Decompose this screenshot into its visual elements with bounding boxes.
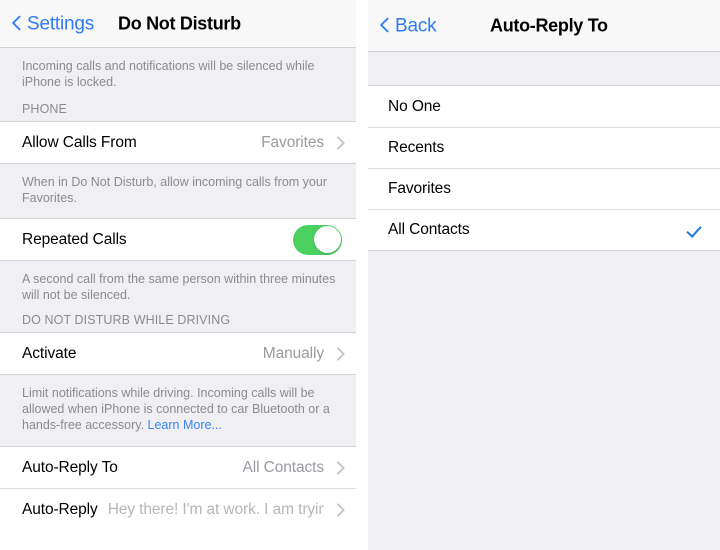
auto-reply-to-value: All Contacts [242,458,325,476]
option-row-favorites[interactable]: Favorites [368,168,720,209]
right-panel-content: No One Recents Favorites All Contacts [368,52,720,549]
chevron-right-icon [333,460,342,475]
list-top-spacer [368,52,720,85]
learn-more-link[interactable]: Learn More... [148,418,222,432]
back-button-label: Settings [27,13,95,34]
toggle-knob [313,226,341,253]
auto-reply-row[interactable]: Auto-Reply Hey there! I'm at work. I am … [0,488,356,530]
intro-footnote: Incoming calls and notifications will be… [0,48,356,94]
back-to-settings-button[interactable]: Settings [12,14,94,33]
driving-footnote: Limit notifications while driving. Incom… [0,374,356,446]
right-navigation-bar: Back Auto-Reply To [368,0,720,52]
option-label: Favorites [388,180,451,197]
option-label: All Contacts [388,221,470,238]
left-panel-bottom-fill [0,530,356,550]
chevron-right-icon [333,135,342,150]
option-row-recents[interactable]: Recents [368,127,720,168]
allow-calls-from-value: Favorites [261,133,324,151]
repeated-calls-footnote: A second call from the same person withi… [0,260,356,305]
auto-reply-label: Auto-Reply [22,500,98,518]
chevron-left-icon [380,16,391,35]
allow-calls-footnote: When in Do Not Disturb, allow incoming c… [0,163,356,218]
option-label: No One [388,97,441,115]
repeated-calls-toggle[interactable] [293,224,342,255]
activate-value: Manually [262,344,324,362]
left-panel-content: Incoming calls and notifications will be… [0,48,356,550]
panel-divider-gap [356,0,368,550]
option-row-all-contacts[interactable]: All Contacts [368,209,720,250]
chevron-right-icon [333,346,342,361]
activate-row[interactable]: Activate Manually [0,332,356,374]
page-title: Auto-Reply To [490,15,608,35]
auto-reply-to-panel: Back Auto-Reply To No One Recents Favori… [368,0,720,550]
page-title: Do Not Disturb [118,13,241,33]
checkmark-icon [687,222,704,239]
left-navigation-bar: Settings Do Not Disturb [0,0,356,48]
do-not-disturb-panel: Settings Do Not Disturb Incoming calls a… [0,0,356,550]
driving-section-header: DO NOT DISTURB WHILE DRIVING [0,305,356,332]
repeated-calls-row[interactable]: Repeated Calls [0,218,356,260]
chevron-left-icon [12,14,23,33]
chevron-right-icon [333,502,342,517]
auto-reply-message-preview: Hey there! I'm at work. I am trying... [107,500,324,518]
auto-reply-to-label: Auto-Reply To [22,458,118,476]
back-button-label: Back [395,15,437,36]
option-label: Recents [388,139,445,156]
allow-calls-from-label: Allow Calls From [22,133,137,151]
option-row-no-one[interactable]: No One [368,86,720,127]
allow-calls-from-row[interactable]: Allow Calls From Favorites [0,121,356,163]
phone-section-header: PHONE [0,94,356,121]
auto-reply-to-options-list: No One Recents Favorites All Contacts [368,85,720,251]
split-view-screen: Settings Do Not Disturb Incoming calls a… [0,0,720,550]
activate-label: Activate [22,344,77,362]
back-button[interactable]: Back [380,15,437,36]
auto-reply-to-row[interactable]: Auto-Reply To All Contacts [0,446,356,488]
repeated-calls-label: Repeated Calls [22,230,127,248]
